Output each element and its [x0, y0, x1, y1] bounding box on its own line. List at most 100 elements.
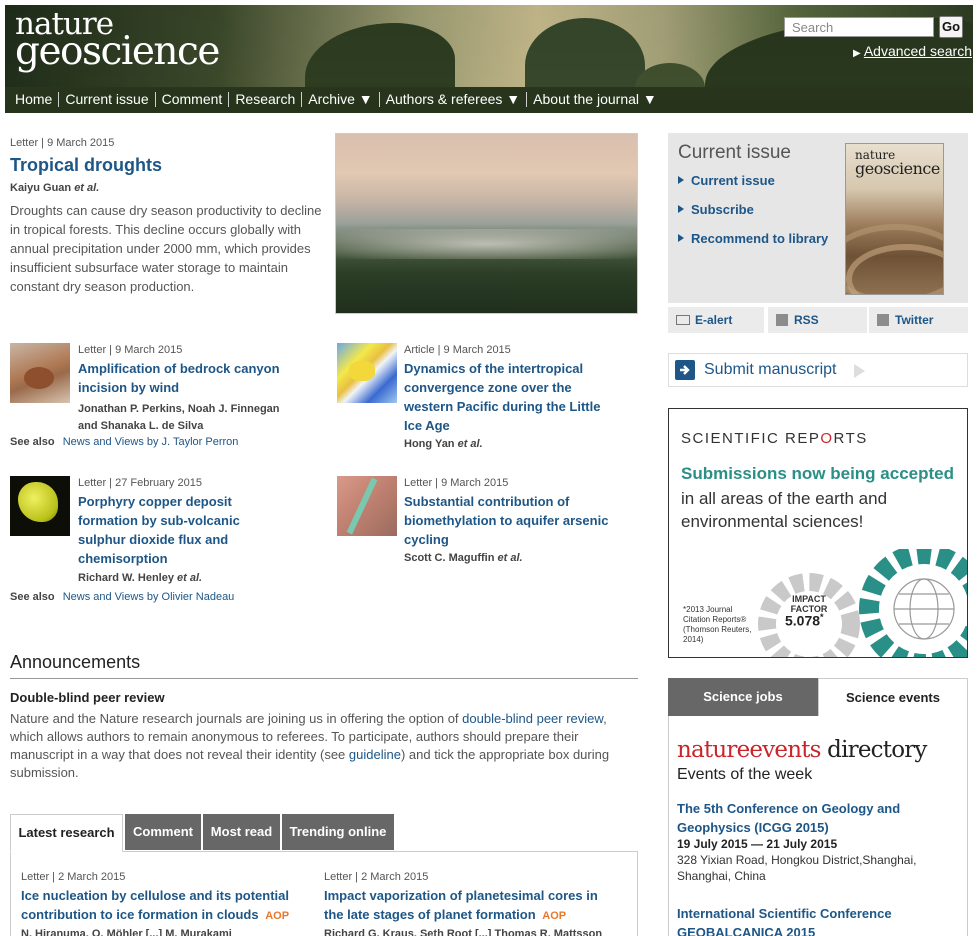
tab-trending-online[interactable]: Trending online [282, 814, 394, 850]
article-title-line: Substantial contribution of [404, 494, 570, 509]
go-button[interactable]: Go [939, 16, 963, 38]
announcement-subheading: Double-blind peer review [10, 690, 165, 705]
article-authors: Hong Yan et al. [404, 438, 483, 450]
latest-title[interactable]: Ice nucleation by cellulose and its pote… [21, 886, 289, 926]
triangle-right-icon [678, 205, 684, 213]
twitter-label: Twitter [895, 313, 934, 327]
article-thumbnail[interactable] [10, 343, 70, 403]
article-title-line: Dynamics of the intertropical [404, 361, 584, 376]
article-meta: Letter | 27 February 2015 [78, 477, 202, 489]
nav-divider [526, 91, 528, 107]
article-thumbnail[interactable] [10, 476, 70, 536]
nav-archive[interactable]: Archive ▼ [308, 91, 372, 107]
recommend-library-link[interactable]: Recommend to library [678, 231, 828, 246]
tab-most-read[interactable]: Most read [203, 814, 280, 850]
scientific-reports-ad[interactable]: SCIENTIFIC REPORTS Submissions now being… [668, 408, 968, 658]
events-brand-events: events [749, 737, 821, 763]
nav-divider [228, 91, 230, 107]
article-authors: Richard W. Henley et al. [78, 572, 202, 584]
latest-title[interactable]: Impact vaporization of planetesimal core… [324, 886, 598, 926]
search-input[interactable]: Search [784, 17, 934, 37]
twitter-link[interactable]: Twitter [869, 307, 968, 333]
article-title-line: Ice Age [404, 418, 450, 433]
current-issue-link-label: Current issue [691, 173, 775, 188]
impact-factor-value: 5.078* [785, 612, 824, 629]
article-author-line: Jonathan P. Perkins, Noah J. Finnegan [78, 403, 280, 415]
article-title[interactable]: Amplification of bedrock canyon incision… [78, 359, 280, 397]
tab-latest-research[interactable]: Latest research [10, 814, 123, 852]
double-blind-link[interactable]: double-blind peer review [462, 711, 603, 726]
article-title-line: incision by wind [78, 380, 180, 395]
cover-image[interactable]: nature geoscience [845, 143, 944, 295]
arrow-right-icon: ▶ [853, 48, 861, 59]
event-title-line: The 5th Conference on Geology and [677, 801, 901, 816]
sr-brand-o: O [820, 430, 834, 447]
logo-geoscience[interactable]: geoscience [15, 32, 220, 72]
article-title-line: Amplification of bedrock canyon [78, 361, 280, 376]
event-title[interactable]: The 5th Conference on Geology and Geophy… [677, 799, 900, 837]
footnote-line: (Thomson Reuters, [683, 625, 752, 634]
tab-comment[interactable]: Comment [125, 814, 201, 850]
see-also-link[interactable]: News and Views by J. Taylor Perron [63, 436, 239, 448]
latest-authors: Richard G. Kraus, Seth Root [...] Thomas… [324, 928, 603, 936]
featured-author-etal: et al. [74, 182, 100, 194]
article-title[interactable]: Porphyry copper deposit formation by sub… [78, 492, 240, 568]
nav-divider [378, 91, 380, 107]
article-title-line: western Pacific during the Little [404, 399, 601, 414]
recommend-library-label: Recommend to library [691, 231, 829, 246]
nav-research[interactable]: Research [235, 91, 295, 107]
nav-comment[interactable]: Comment [162, 91, 223, 107]
sr-headline: Submissions now being accepted [681, 464, 954, 483]
article-title-line: sulphur dioxide flux and [78, 532, 229, 547]
latest-meta: Letter | 2 March 2015 [324, 871, 429, 883]
article-title[interactable]: Dynamics of the intertropical convergenc… [404, 359, 600, 435]
gear-icon [758, 549, 967, 657]
event-location-line: Shanghai, China [677, 869, 766, 883]
featured-forest-image[interactable] [335, 133, 638, 314]
nav-current-issue[interactable]: Current issue [65, 91, 148, 107]
latest-title-line: contribution to ice formation in clouds [21, 907, 259, 922]
featured-author-name: Kaiyu Guan [10, 182, 72, 194]
nav-about-journal[interactable]: About the journal ▼ [533, 91, 657, 107]
aop-badge: AOP [542, 910, 567, 922]
subscribe-link[interactable]: Subscribe [678, 202, 754, 217]
article-authors: Jonathan P. Perkins, Noah J. Finnegan an… [78, 401, 280, 435]
article-title-line: formation by sub-volcanic [78, 513, 240, 528]
announcement-text: Nature and the Nature research journals … [10, 710, 626, 782]
nav-home[interactable]: Home [15, 91, 52, 107]
article-meta: Article | 9 March 2015 [404, 344, 511, 356]
event-title[interactable]: International Scientific Conference GEOB… [677, 904, 892, 936]
article-author-name: Hong Yan [404, 438, 455, 450]
article-thumbnail[interactable] [337, 343, 397, 403]
nature-events-directory-logo[interactable]: natureevents directory [677, 737, 927, 763]
sr-footnote: *2013 Journal Citation Reports® (Thomson… [683, 605, 751, 645]
tab-science-jobs[interactable]: Science jobs [668, 678, 818, 716]
subscribe-link-label: Subscribe [691, 202, 754, 217]
footnote-line: *2013 Journal [683, 605, 733, 614]
sr-brand-part: SCIENTIFIC REP [681, 430, 821, 447]
article-author-etal: et al. [497, 552, 523, 564]
tab-science-events[interactable]: Science events [818, 678, 968, 716]
advanced-search-link[interactable]: ▶ Advanced search [853, 43, 972, 59]
see-also-link[interactable]: News and Views by Olivier Nadeau [63, 591, 235, 603]
current-issue-link[interactable]: Current issue [678, 173, 775, 188]
nav-authors-referees[interactable]: Authors & referees ▼ [386, 91, 520, 107]
article-meta: Letter | 9 March 2015 [404, 477, 509, 489]
article-title[interactable]: Substantial contribution of biomethylati… [404, 492, 608, 549]
article-title-line: chemisorption [78, 551, 168, 566]
article-thumbnail[interactable] [337, 476, 397, 536]
site-header: nature geoscience Search Go ▶ Advanced s… [5, 5, 973, 113]
guideline-link[interactable]: guideline [349, 747, 401, 762]
announcement-text-part: Nature and the Nature research journals … [10, 711, 463, 726]
e-alert-label: E-alert [695, 313, 733, 327]
article-title-line: convergence zone over the [404, 380, 572, 395]
featured-title[interactable]: Tropical droughts [10, 155, 162, 176]
e-alert-link[interactable]: E-alert [668, 307, 764, 333]
rss-link[interactable]: RSS [768, 307, 867, 333]
arrow-right-icon [854, 364, 865, 378]
article-author-etal: et al. [177, 572, 203, 584]
events-brand-nature: nature [677, 737, 750, 763]
submit-manuscript-button[interactable]: Submit manuscript [668, 353, 968, 387]
divider [10, 678, 638, 679]
see-also: See also News and Views by Olivier Nadea… [10, 591, 234, 603]
